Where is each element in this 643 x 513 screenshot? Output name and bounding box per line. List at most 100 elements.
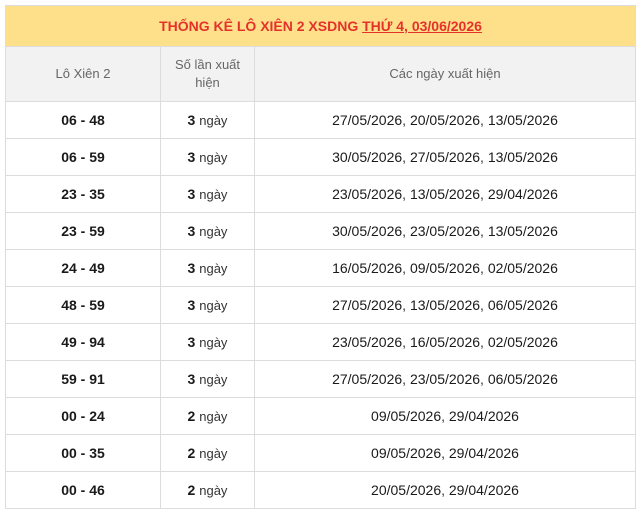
table-row: 49 - 94 3 ngày 23/05/2026, 16/05/2026, 02/…	[5, 323, 636, 361]
count-cell: 3 ngày	[160, 249, 255, 287]
dates-cell: 30/05/2026, 27/05/2026, 13/05/2026	[254, 138, 636, 176]
date-link[interactable]: 13/05/2026	[488, 223, 558, 239]
count-unit: ngày	[199, 298, 228, 313]
date-link[interactable]: 02/05/2026	[488, 334, 558, 350]
count-cell: 3 ngày	[160, 212, 255, 250]
dates-cell: 16/05/2026, 09/05/2026, 02/05/2026	[254, 249, 636, 287]
count-value: 3	[187, 297, 196, 313]
date-link[interactable]: 29/04/2026	[488, 186, 558, 202]
count-unit: ngày	[199, 335, 228, 350]
date-link[interactable]: 29/04/2026	[449, 482, 519, 498]
date-link[interactable]: 06/05/2026	[488, 297, 558, 313]
dates-cell: 27/05/2026, 20/05/2026, 13/05/2026	[254, 101, 636, 139]
date-separator: ,	[441, 482, 449, 498]
date-link[interactable]: 13/05/2026	[410, 186, 480, 202]
count-unit: ngày	[199, 224, 228, 239]
pair-cell: 06 - 48	[5, 101, 161, 139]
table-row: 48 - 59 3 ngày 27/05/2026, 13/05/2026, 06/…	[5, 286, 636, 324]
count-unit: ngày	[199, 483, 228, 498]
date-link[interactable]: 27/05/2026	[332, 297, 402, 313]
date-link[interactable]: 30/05/2026	[332, 149, 402, 165]
date-separator: ,	[402, 371, 410, 387]
date-separator: ,	[480, 334, 488, 350]
lo-xien-stats-table: THỐNG KÊ LÔ XIÊN 2 XSDNG THỨ 4, 03/06/20…	[5, 5, 636, 509]
dates-cell: 30/05/2026, 23/05/2026, 13/05/2026	[254, 212, 636, 250]
date-separator: ,	[480, 371, 488, 387]
dates-cell: 09/05/2026, 29/04/2026	[254, 434, 636, 472]
count-value: 3	[187, 186, 196, 202]
count-cell: 2 ngày	[160, 434, 255, 472]
date-link[interactable]: 16/05/2026	[332, 260, 402, 276]
count-value: 3	[187, 334, 196, 350]
pair-cell: 49 - 94	[5, 323, 161, 361]
date-link[interactable]: 30/05/2026	[332, 223, 402, 239]
date-link[interactable]: 09/05/2026	[371, 408, 441, 424]
pair-cell: 48 - 59	[5, 286, 161, 324]
date-link[interactable]: 23/05/2026	[332, 186, 402, 202]
table-row: 23 - 59 3 ngày 30/05/2026, 23/05/2026, 13/…	[5, 212, 636, 250]
date-link[interactable]: 13/05/2026	[410, 297, 480, 313]
table-row: 00 - 24 2 ngày 09/05/2026, 29/04/2026	[5, 397, 636, 435]
table-header-row: Lô Xiên 2 Số lần xuất hiện Các ngày xuất…	[5, 46, 636, 102]
date-link[interactable]: 27/05/2026	[410, 149, 480, 165]
date-link[interactable]: 29/04/2026	[449, 445, 519, 461]
date-link[interactable]: 29/04/2026	[449, 408, 519, 424]
count-cell: 3 ngày	[160, 323, 255, 361]
date-separator: ,	[402, 334, 410, 350]
count-unit: ngày	[199, 150, 228, 165]
table-title: THỐNG KÊ LÔ XIÊN 2 XSDNG THỨ 4, 03/06/20…	[5, 5, 636, 47]
date-link[interactable]: 16/05/2026	[410, 334, 480, 350]
count-unit: ngày	[199, 261, 228, 276]
dates-cell: 09/05/2026, 29/04/2026	[254, 397, 636, 435]
date-link[interactable]: 09/05/2026	[371, 445, 441, 461]
header-count: Số lần xuất hiện	[160, 46, 255, 102]
date-separator: ,	[441, 445, 449, 461]
pair-cell: 23 - 59	[5, 212, 161, 250]
table-row: 00 - 35 2 ngày 09/05/2026, 29/04/2026	[5, 434, 636, 472]
pair-cell: 00 - 46	[5, 471, 161, 509]
date-link[interactable]: 09/05/2026	[410, 260, 480, 276]
date-link[interactable]: 20/05/2026	[371, 482, 441, 498]
count-cell: 2 ngày	[160, 471, 255, 509]
dates-cell: 27/05/2026, 13/05/2026, 06/05/2026	[254, 286, 636, 324]
dates-cell: 23/05/2026, 13/05/2026, 29/04/2026	[254, 175, 636, 213]
count-cell: 3 ngày	[160, 360, 255, 398]
table-row: 00 - 46 2 ngày 20/05/2026, 29/04/2026	[5, 471, 636, 509]
date-separator: ,	[480, 186, 488, 202]
date-link[interactable]: 23/05/2026	[410, 223, 480, 239]
header-dates: Các ngày xuất hiện	[254, 46, 636, 102]
count-unit: ngày	[199, 113, 228, 128]
header-pair: Lô Xiên 2	[5, 46, 161, 102]
pair-cell: 06 - 59	[5, 138, 161, 176]
count-value: 3	[187, 223, 196, 239]
date-link[interactable]: 27/05/2026	[332, 371, 402, 387]
date-link[interactable]: 06/05/2026	[488, 371, 558, 387]
count-unit: ngày	[199, 187, 228, 202]
date-separator: ,	[480, 260, 488, 276]
date-separator: ,	[480, 297, 488, 313]
date-link[interactable]: 27/05/2026	[332, 112, 402, 128]
count-value: 2	[187, 445, 196, 461]
date-link[interactable]: 13/05/2026	[488, 149, 558, 165]
title-date-link[interactable]: THỨ 4, 03/06/2026	[362, 18, 482, 34]
date-link[interactable]: 20/05/2026	[410, 112, 480, 128]
date-link[interactable]: 23/05/2026	[332, 334, 402, 350]
dates-cell: 23/05/2026, 16/05/2026, 02/05/2026	[254, 323, 636, 361]
table-row: 23 - 35 3 ngày 23/05/2026, 13/05/2026, 29/…	[5, 175, 636, 213]
date-separator: ,	[441, 408, 449, 424]
count-value: 2	[187, 482, 196, 498]
count-unit: ngày	[199, 372, 228, 387]
pair-cell: 24 - 49	[5, 249, 161, 287]
date-separator: ,	[402, 223, 410, 239]
count-value: 3	[187, 260, 196, 276]
dates-cell: 27/05/2026, 23/05/2026, 06/05/2026	[254, 360, 636, 398]
count-cell: 2 ngày	[160, 397, 255, 435]
dates-cell: 20/05/2026, 29/04/2026	[254, 471, 636, 509]
count-unit: ngày	[199, 409, 228, 424]
date-link[interactable]: 13/05/2026	[488, 112, 558, 128]
date-separator: ,	[480, 223, 488, 239]
stats-table-container: THỐNG KÊ LÔ XIÊN 2 XSDNG THỨ 4, 03/06/20…	[5, 5, 636, 509]
table-row: 59 - 91 3 ngày 27/05/2026, 23/05/2026, 06/…	[5, 360, 636, 398]
date-link[interactable]: 23/05/2026	[410, 371, 480, 387]
date-link[interactable]: 02/05/2026	[488, 260, 558, 276]
